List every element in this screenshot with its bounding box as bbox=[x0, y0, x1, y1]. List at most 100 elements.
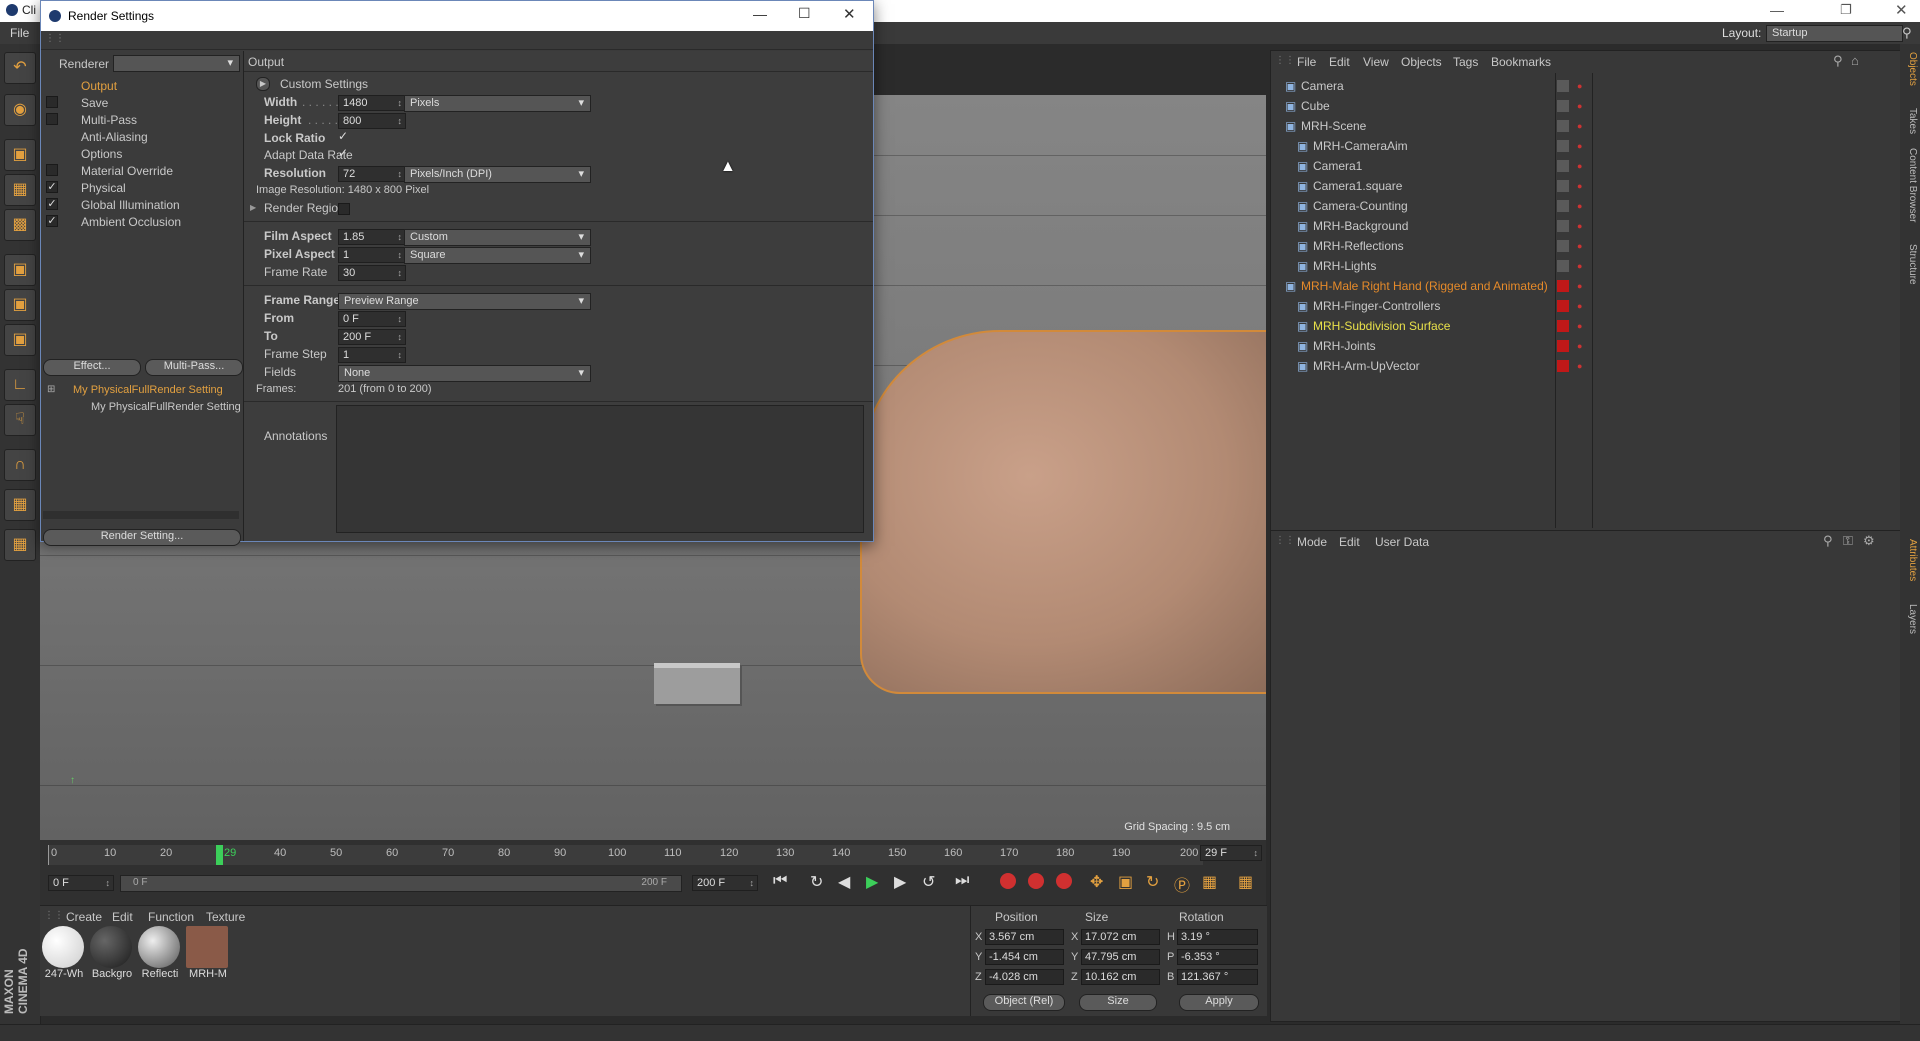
size-x-field[interactable]: 17.072 cm bbox=[1081, 929, 1160, 945]
apply-button[interactable]: Apply bbox=[1179, 994, 1259, 1011]
multipass-checkbox[interactable] bbox=[46, 113, 58, 125]
visibility-dot-icon[interactable]: ● bbox=[1577, 316, 1582, 336]
object-row[interactable]: ▣ MRH-Reflections ● bbox=[1271, 236, 1901, 256]
material-menu-function[interactable]: Function bbox=[148, 910, 194, 924]
sculpt-icon[interactable]: ▦ bbox=[4, 529, 36, 561]
record-icon[interactable] bbox=[1000, 873, 1016, 889]
scale-key-icon[interactable]: ▣ bbox=[1118, 872, 1133, 892]
material-swatch[interactable]: 247-Wh bbox=[42, 926, 86, 980]
goto-end-icon[interactable]: ⏭ bbox=[955, 872, 969, 890]
points-mode-icon[interactable]: ▣ bbox=[4, 254, 36, 286]
object-name[interactable]: MRH-Joints bbox=[1313, 336, 1376, 356]
object-row[interactable]: ▣ Cube ● bbox=[1271, 96, 1901, 116]
object-name[interactable]: MRH-Subdivision Surface bbox=[1313, 316, 1450, 336]
attr-menu-userdata[interactable]: User Data bbox=[1375, 535, 1429, 549]
lock-ratio-checkbox[interactable]: ✓ bbox=[338, 129, 348, 143]
object-name[interactable]: Cube bbox=[1301, 96, 1330, 116]
object-name[interactable]: Camera1.square bbox=[1313, 176, 1402, 196]
visibility-dot-icon[interactable]: ● bbox=[1577, 356, 1582, 376]
position-y-field[interactable]: -1.454 cm bbox=[985, 949, 1064, 965]
loop-forward-icon[interactable]: ↺ bbox=[922, 872, 935, 892]
visibility-dot-icon[interactable]: ● bbox=[1577, 156, 1582, 176]
panel-grip-icon[interactable]: ⋮⋮ bbox=[44, 910, 64, 921]
tab-takes[interactable]: Takes bbox=[1902, 108, 1918, 134]
visibility-dot-icon[interactable]: ● bbox=[1577, 256, 1582, 276]
object-name[interactable]: MRH-Reflections bbox=[1313, 236, 1404, 256]
film-aspect-select[interactable]: Custom bbox=[404, 229, 591, 246]
object-name[interactable]: Camera1 bbox=[1313, 156, 1362, 176]
pla-key-icon[interactable]: ▦ bbox=[1202, 872, 1217, 892]
tweak-icon[interactable]: ☟ bbox=[4, 404, 36, 436]
object-row[interactable]: ▣ MRH-Male Right Hand (Rigged and Animate… bbox=[1271, 276, 1901, 296]
search-icon[interactable]: ⚲ bbox=[1823, 533, 1833, 549]
nav-multipass[interactable]: Multi-Pass bbox=[81, 113, 137, 127]
object-row[interactable]: ▣ MRH-Joints ● bbox=[1271, 336, 1901, 356]
material-swatch[interactable]: MRH-M bbox=[186, 926, 230, 980]
frame-range-select[interactable]: Preview Range bbox=[338, 293, 591, 310]
range-slider[interactable]: 0 F 200 F bbox=[120, 875, 682, 892]
panel-grip-icon[interactable]: ⋮⋮ bbox=[1275, 535, 1295, 546]
material-swatch[interactable]: Reflecti bbox=[138, 926, 182, 980]
nav-ambient-occlusion[interactable]: Ambient Occlusion bbox=[81, 215, 181, 229]
object-name[interactable]: MRH-Lights bbox=[1313, 256, 1376, 276]
object-row[interactable]: ▣ MRH-Finger-Controllers ● bbox=[1271, 296, 1901, 316]
adapt-rate-checkbox[interactable]: ✓ bbox=[338, 146, 348, 160]
renderer-select[interactable] bbox=[113, 55, 240, 72]
resolution-field[interactable]: 72 bbox=[338, 166, 406, 182]
play-icon[interactable]: ▶ bbox=[866, 872, 878, 892]
nav-output[interactable]: Output bbox=[81, 79, 117, 93]
to-field[interactable]: 200 F bbox=[338, 329, 406, 345]
dialog-maximize-icon[interactable]: ☐ bbox=[798, 5, 811, 22]
param-key-icon[interactable]: Ⓟ bbox=[1174, 872, 1190, 896]
resolution-unit-select[interactable]: Pixels/Inch (DPI) bbox=[404, 166, 591, 183]
panel-grip-icon[interactable]: ⋮⋮ bbox=[1275, 55, 1295, 66]
object-row[interactable]: ▣ Camera1 ● bbox=[1271, 156, 1901, 176]
layer-color-swatch[interactable] bbox=[1557, 140, 1569, 152]
custom-settings-toggle-icon[interactable]: ▶ bbox=[256, 77, 270, 91]
search-icon[interactable]: ⚲ bbox=[1833, 53, 1843, 69]
material-menu-texture[interactable]: Texture bbox=[206, 910, 245, 924]
minimize-icon[interactable]: — bbox=[1770, 2, 1784, 18]
pixel-aspect-select[interactable]: Square bbox=[404, 247, 591, 264]
menu-file[interactable]: File bbox=[10, 26, 29, 40]
undo-tool-icon[interactable]: ↶ bbox=[4, 52, 36, 84]
texture-checker-icon[interactable]: ▦ bbox=[4, 174, 36, 206]
render-region-expand-icon[interactable]: ▶ bbox=[250, 203, 256, 212]
playhead[interactable] bbox=[216, 845, 223, 865]
layer-color-swatch[interactable] bbox=[1557, 300, 1569, 312]
visibility-dot-icon[interactable]: ● bbox=[1577, 96, 1582, 116]
width-field[interactable]: 1480 bbox=[338, 95, 406, 111]
visibility-dot-icon[interactable]: ● bbox=[1577, 136, 1582, 156]
material-menu-edit[interactable]: Edit bbox=[112, 910, 133, 924]
tab-attributes[interactable]: Attributes bbox=[1902, 539, 1918, 581]
tab-layers[interactable]: Layers bbox=[1902, 604, 1918, 634]
obj-menu-edit[interactable]: Edit bbox=[1329, 55, 1350, 69]
workplane-icon[interactable]: ▩ bbox=[4, 209, 36, 241]
render-setting-button[interactable]: Render Setting... bbox=[43, 529, 241, 546]
nav-global-illumination[interactable]: Global Illumination bbox=[81, 198, 180, 212]
timeline-ruler[interactable]: 0 10 20 29 40 50 60 70 80 90 100 110 120… bbox=[48, 845, 1203, 865]
edges-mode-icon[interactable]: ▣ bbox=[4, 289, 36, 321]
visibility-dot-icon[interactable]: ● bbox=[1577, 196, 1582, 216]
film-aspect-field[interactable]: 1.85 bbox=[338, 229, 406, 245]
dialog-close-icon[interactable]: ✕ bbox=[843, 5, 856, 23]
layer-color-swatch[interactable] bbox=[1557, 340, 1569, 352]
object-row[interactable]: ▣ MRH-Arm-UpVector ● bbox=[1271, 356, 1901, 376]
object-row[interactable]: ▣ MRH-Background ● bbox=[1271, 216, 1901, 236]
obj-menu-bookmarks[interactable]: Bookmarks bbox=[1491, 55, 1551, 69]
material-swatch[interactable]: Backgro bbox=[90, 926, 134, 980]
polygons-mode-icon[interactable]: ▣ bbox=[4, 324, 36, 356]
visibility-dot-icon[interactable]: ● bbox=[1577, 76, 1582, 96]
multipass-button[interactable]: Multi-Pass... bbox=[145, 359, 243, 376]
dialog-titlebar[interactable]: Render Settings — ☐ ✕ bbox=[41, 1, 873, 31]
obj-menu-objects[interactable]: Objects bbox=[1401, 55, 1442, 69]
object-name[interactable]: MRH-Background bbox=[1313, 216, 1408, 236]
obj-menu-file[interactable]: File bbox=[1297, 55, 1316, 69]
nav-material-override[interactable]: Material Override bbox=[81, 164, 173, 178]
coord-size-select[interactable]: Size bbox=[1079, 994, 1157, 1011]
visibility-dot-icon[interactable]: ● bbox=[1577, 176, 1582, 196]
layer-color-swatch[interactable] bbox=[1557, 240, 1569, 252]
home-icon[interactable]: ⌂ bbox=[1851, 53, 1859, 68]
object-row[interactable]: ▣ MRH-Subdivision Surface ● bbox=[1271, 316, 1901, 336]
gi-checkbox[interactable]: ✓ bbox=[46, 198, 58, 210]
